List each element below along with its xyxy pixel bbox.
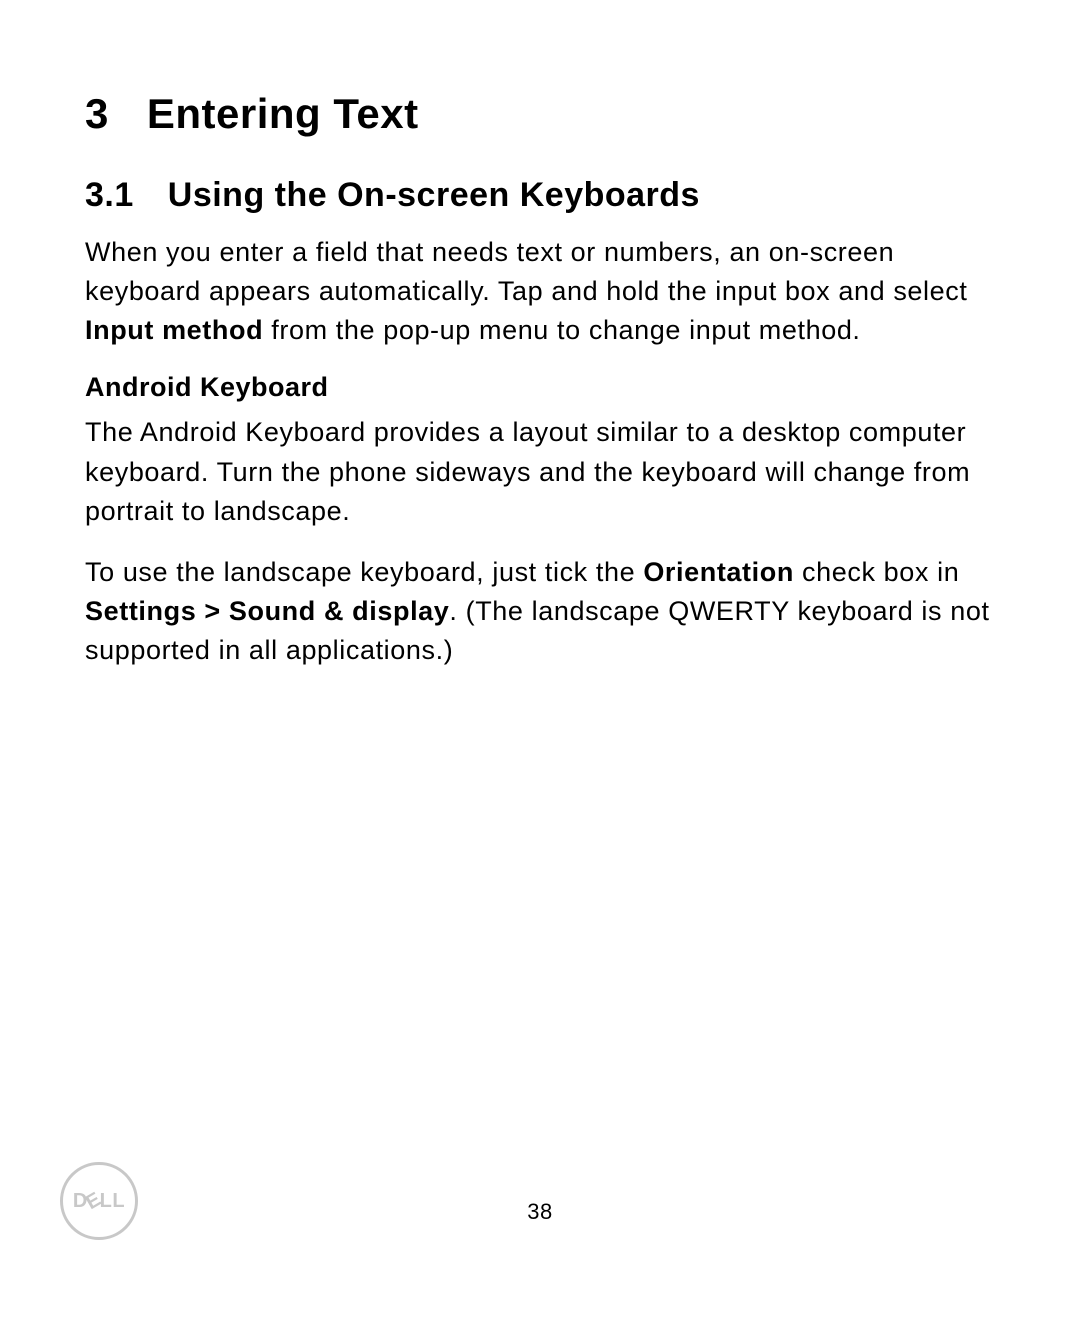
para3-part2: check box in — [794, 557, 959, 587]
android-keyboard-subheading: Android Keyboard — [85, 372, 1000, 403]
dell-l2: L — [112, 1190, 125, 1213]
android-keyboard-paragraph: The Android Keyboard provides a layout s… — [85, 413, 1000, 530]
para3-part1: To use the landscape keyboard, just tick… — [85, 557, 643, 587]
para3-bold-orientation: Orientation — [643, 557, 794, 587]
page-footer: 38 DELL — [0, 1199, 1080, 1225]
chapter-number: 3 — [85, 90, 109, 138]
dell-logo-text: DELL — [73, 1190, 125, 1213]
intro-paragraph: When you enter a field that needs text o… — [85, 233, 1000, 350]
intro-text-part1: When you enter a field that needs text o… — [85, 237, 967, 306]
chapter-title: Entering Text — [147, 90, 419, 138]
intro-text-part2: from the pop-up menu to change input met… — [263, 315, 860, 345]
section-number: 3.1 — [85, 176, 134, 215]
intro-bold-input-method: Input method — [85, 315, 263, 345]
section-title: Using the On-screen Keyboards — [168, 176, 700, 215]
orientation-paragraph: To use the landscape keyboard, just tick… — [85, 553, 1000, 670]
page-number: 38 — [527, 1199, 552, 1225]
section-heading: 3.1 Using the On-screen Keyboards — [85, 176, 1000, 215]
dell-logo-icon: DELL — [60, 1162, 138, 1240]
para3-bold-settings-path: Settings > Sound & display — [85, 596, 449, 626]
chapter-heading: 3 Entering Text — [85, 90, 1000, 138]
